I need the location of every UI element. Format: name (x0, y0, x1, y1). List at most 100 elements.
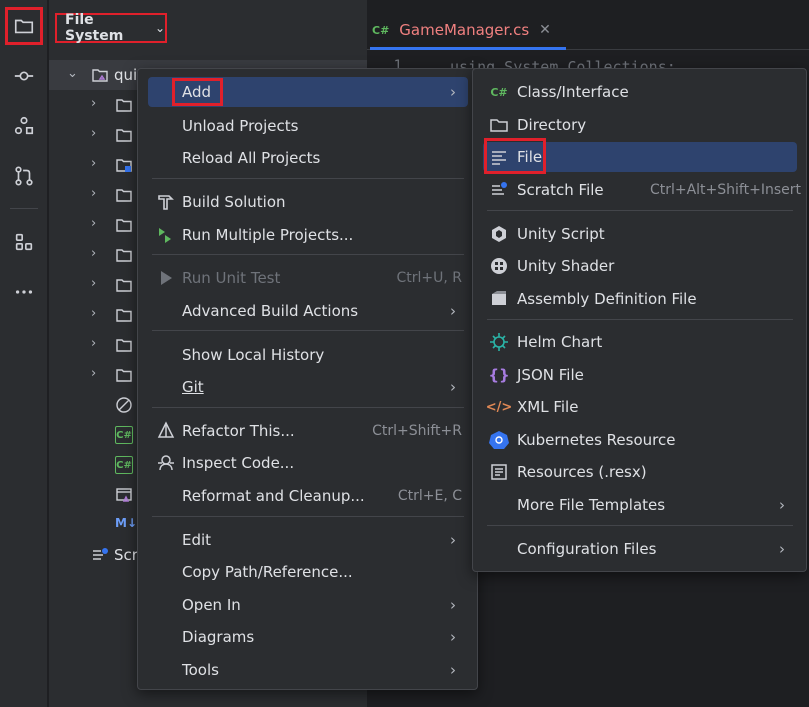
annotation-highlight-add (172, 78, 223, 106)
menu-item-git[interactable]: Git › (148, 372, 468, 402)
menu-separator (152, 516, 464, 517)
menu-item-kubernetes-resource[interactable]: Kubernetes Resource (483, 425, 797, 455)
menu-item-label: Tools (182, 661, 219, 679)
menu-item-helm-chart[interactable]: Helm Chart (483, 327, 797, 357)
menu-item-inspect-code[interactable]: Inspect Code... (148, 448, 468, 478)
menu-item-label: Unity Script (517, 225, 605, 243)
menu-separator (152, 407, 464, 408)
menu-item-more-file-templates[interactable]: More File Templates › (483, 490, 797, 520)
menu-item-directory[interactable]: Directory (483, 110, 797, 140)
chevron-right-icon: › (450, 596, 456, 614)
chevron-right-icon[interactable]: › (91, 156, 96, 171)
menu-item-refactor-this[interactable]: Refactor This... Ctrl+Shift+R (148, 416, 468, 446)
menu-item-tools[interactable]: Tools › (148, 655, 468, 685)
chevron-right-icon: › (450, 661, 456, 679)
menu-item-unity-script[interactable]: Unity Script (483, 219, 797, 249)
menu-item-class-interface[interactable]: C# Class/Interface (483, 77, 797, 107)
menu-item-edit[interactable]: Edit › (148, 525, 468, 555)
run-multiple-icon (156, 225, 176, 245)
menu-item-label: Edit (182, 531, 212, 549)
resources-icon (489, 462, 509, 482)
menu-item-label: Directory (517, 116, 587, 134)
folder-icon (115, 216, 133, 234)
folder-icon (115, 276, 133, 294)
close-icon[interactable]: ✕ (539, 22, 551, 38)
menu-item-label: More File Templates (517, 496, 666, 514)
commit-icon[interactable] (6, 58, 42, 94)
menu-item-build-solution[interactable]: Build Solution (148, 187, 468, 217)
menu-item-configuration-files[interactable]: Configuration Files › (483, 534, 797, 564)
menu-item-label: Resources (.resx) (517, 463, 647, 481)
menu-item-xml-file[interactable]: </> XML File (483, 392, 797, 422)
chevron-right-icon[interactable]: › (91, 216, 96, 231)
play-icon (156, 268, 176, 288)
menu-separator (487, 319, 793, 320)
menu-item-label: Inspect Code... (182, 454, 295, 472)
chevron-down-icon[interactable]: ⌄ (67, 66, 78, 81)
menu-item-reload-all-projects[interactable]: Reload All Projects (148, 143, 468, 173)
folder-icon (489, 115, 509, 135)
menu-item-reformat-and-cleanup[interactable]: Reformat and Cleanup... Ctrl+E, C (148, 481, 468, 511)
editor-tab[interactable]: C# GameManager.cs ✕ (372, 12, 551, 48)
shader-icon (489, 256, 509, 276)
project-folder-icon[interactable] (5, 7, 43, 45)
structure-icon[interactable] (6, 108, 42, 144)
scratches-icon (91, 546, 109, 564)
chevron-right-icon: › (450, 378, 456, 396)
csharp-file-icon: C# (115, 456, 133, 474)
active-tab-indicator (370, 47, 566, 50)
menu-item-scratch-file[interactable]: Scratch File Ctrl+Alt+Shift+Insert (483, 175, 801, 205)
chevron-right-icon[interactable]: › (91, 336, 96, 351)
menu-item-copy-path-reference[interactable]: Copy Path/Reference... (148, 557, 468, 587)
menu-item-label: Assembly Definition File (517, 290, 697, 308)
menu-item-label: Reload All Projects (182, 149, 321, 167)
folder-icon (115, 96, 133, 114)
chevron-right-icon[interactable]: › (91, 96, 96, 111)
folder-icon (115, 246, 133, 264)
more-icon[interactable] (6, 274, 42, 310)
menu-item-label: JSON File (517, 366, 584, 384)
menu-item-diagrams[interactable]: Diagrams › (148, 622, 468, 652)
menu-separator (487, 210, 793, 211)
menu-separator (152, 254, 464, 255)
menu-item-label: XML File (517, 398, 579, 416)
menu-item-unity-shader[interactable]: Unity Shader (483, 251, 797, 281)
chevron-right-icon: › (450, 531, 456, 549)
menu-item-label: Diagrams (182, 628, 255, 646)
view-selector-label: File System (65, 12, 124, 44)
chevron-right-icon[interactable]: › (91, 246, 96, 261)
chevron-right-icon[interactable]: › (91, 126, 96, 141)
menu-item-label: Class/Interface (517, 83, 629, 101)
chevron-right-icon[interactable]: › (91, 366, 96, 381)
csharp-file-icon: C# (115, 426, 133, 444)
menu-item-label: Refactor This... (182, 422, 295, 440)
menu-item-label: Configuration Files (517, 540, 657, 558)
chevron-right-icon[interactable]: › (91, 276, 96, 291)
menu-item-run-multiple-projects[interactable]: Run Multiple Projects... (148, 220, 468, 250)
menu-item-label: Build Solution (182, 193, 286, 211)
toolstrip-divider (10, 208, 38, 209)
unity-asset-icon (115, 486, 133, 504)
menu-item-show-local-history[interactable]: Show Local History (148, 340, 468, 370)
menu-item-label: Git (182, 378, 204, 396)
tree-root-label: qui (114, 66, 138, 84)
pull-requests-icon[interactable] (6, 158, 42, 194)
menu-item-json-file[interactable]: {} JSON File (483, 360, 797, 390)
menu-item-assembly-definition-file[interactable]: Assembly Definition File (483, 284, 797, 314)
menu-item-unload-projects[interactable]: Unload Projects (148, 111, 468, 141)
menu-item-label: Show Local History (182, 346, 325, 364)
chevron-right-icon[interactable]: › (91, 306, 96, 321)
menu-item-resources-resx[interactable]: Resources (.resx) (483, 457, 797, 487)
tool-window-strip (0, 0, 48, 707)
unity-project-folder-icon (91, 66, 109, 84)
menu-item-open-in[interactable]: Open In › (148, 590, 468, 620)
menu-item-advanced-build-actions[interactable]: Advanced Build Actions › (148, 296, 468, 326)
view-selector-dropdown[interactable]: File System ⌄ (55, 12, 167, 44)
menu-separator (152, 178, 464, 179)
menu-item-label: Advanced Build Actions (182, 302, 359, 320)
folder-icon (115, 366, 133, 384)
plugins-icon[interactable] (6, 224, 42, 260)
excluded-icon (115, 396, 133, 414)
chevron-right-icon[interactable]: › (91, 186, 96, 201)
json-icon: {} (488, 366, 510, 384)
